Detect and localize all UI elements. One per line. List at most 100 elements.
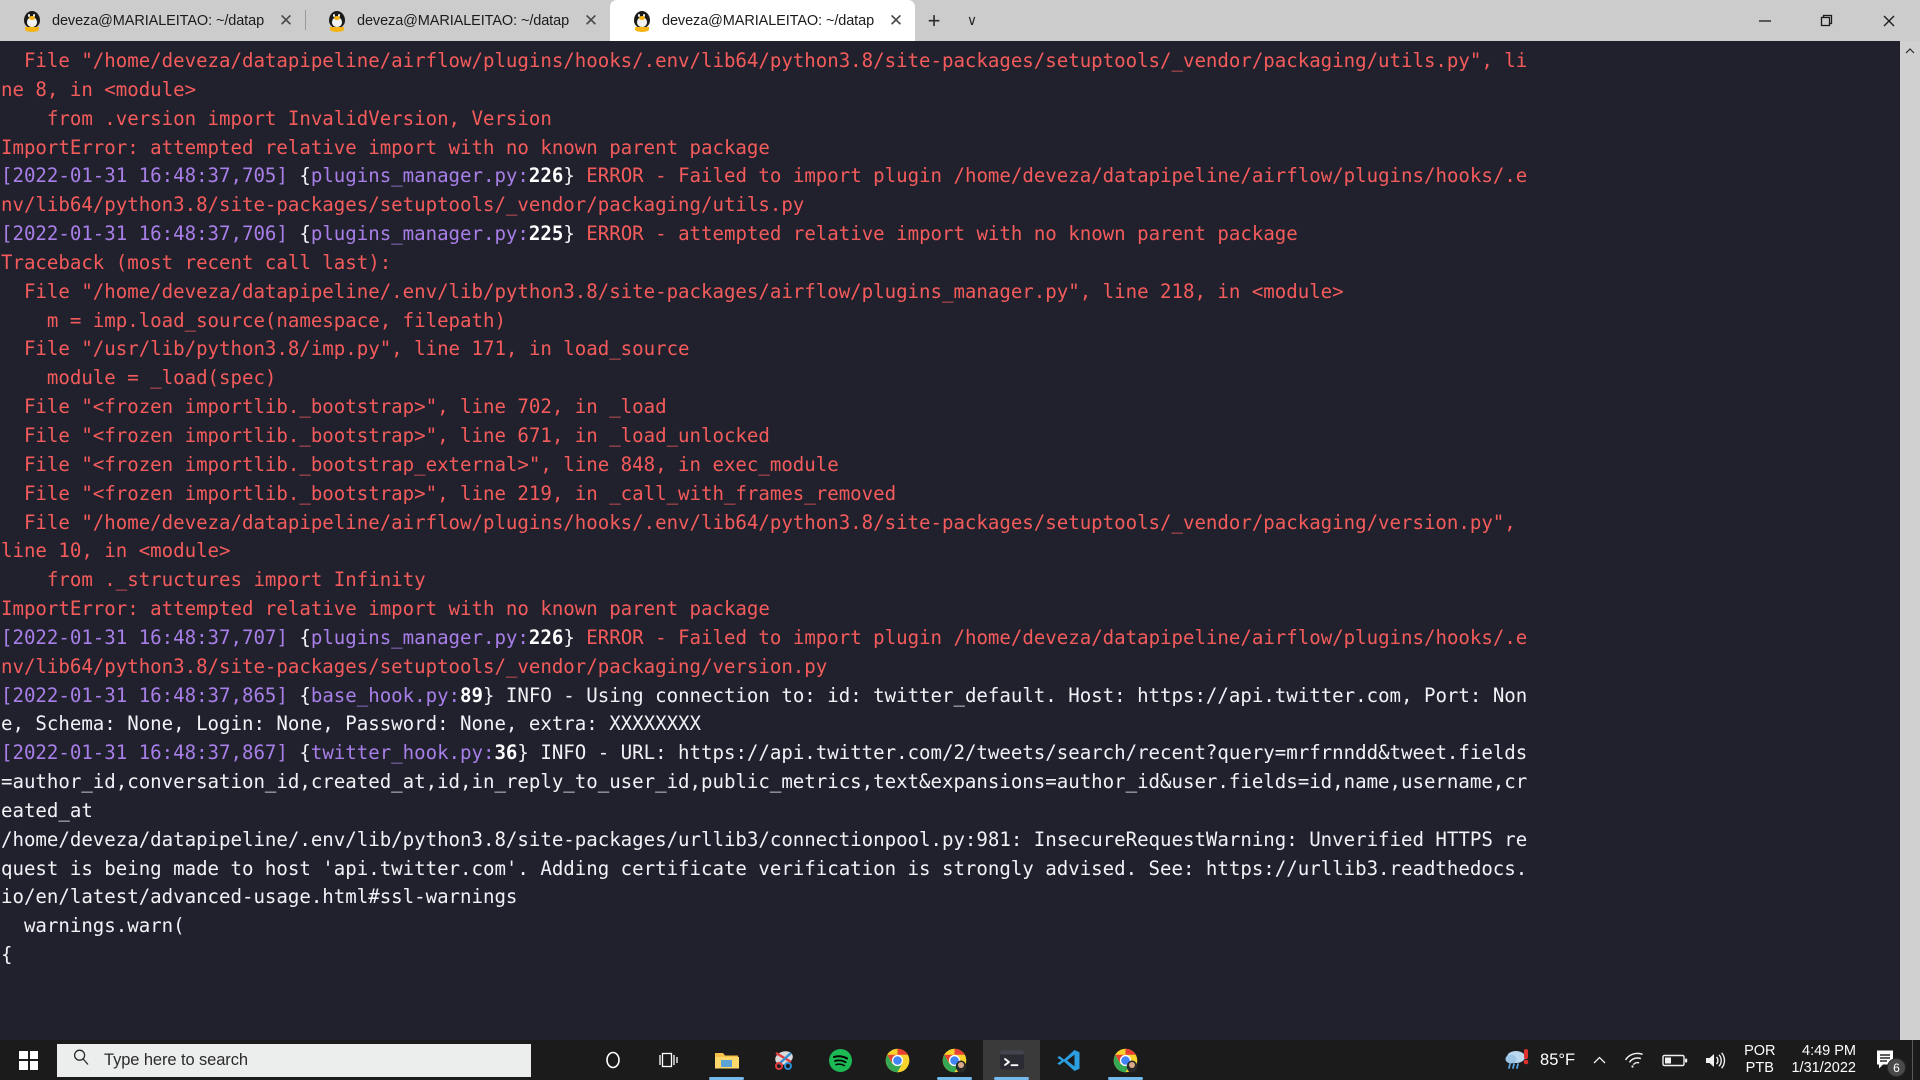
terminal-span: } INFO - Using connection to: id: twitte…	[482, 683, 1528, 707]
terminal-line: File "/usr/lib/python3.8/imp.py", line 1…	[1, 335, 1900, 364]
system-tray: 85°F POR PTB 4:49 PM 1/31/2022 6	[1493, 1040, 1920, 1080]
terminal-line: File "<frozen importlib._bootstrap>", li…	[1, 393, 1900, 422]
terminal-span: [2022-01-31 16:48:37,865]	[1, 683, 288, 707]
terminal-line: from ._structures import Infinity	[1, 566, 1900, 595]
battery-icon[interactable]	[1654, 1040, 1696, 1080]
clock[interactable]: 4:49 PM 1/31/2022	[1785, 1043, 1870, 1077]
terminal-icon[interactable]	[983, 1040, 1040, 1080]
terminal-line: /home/deveza/datapipeline/.env/lib/pytho…	[1, 826, 1900, 855]
terminal-output-pane[interactable]: File "/home/deveza/datapipeline/airflow/…	[0, 41, 1900, 1041]
terminal-tab-3-active[interactable]: deveza@MARIALEITAO: ~/datap ✕	[610, 0, 915, 41]
tab-close-icon[interactable]: ✕	[883, 8, 909, 34]
tab-title: deveza@MARIALEITAO: ~/datap	[52, 12, 265, 29]
terminal-span: File "/home/deveza/datapipeline/.env/lib…	[1, 279, 1344, 303]
tab-close-icon[interactable]: ✕	[273, 8, 299, 34]
chrome-profile-2-icon[interactable]	[1097, 1040, 1154, 1080]
language-indicator[interactable]: POR PTB	[1734, 1043, 1785, 1077]
terminal-span: File "/home/deveza/datapipeline/airflow/…	[1, 49, 1528, 72]
terminal-line: [2022-01-31 16:48:37,705] {plugins_manag…	[1, 162, 1900, 191]
terminal-span: ERROR - Failed to import plugin /home/de…	[586, 625, 1528, 649]
tab-title: deveza@MARIALEITAO: ~/datap	[662, 12, 875, 29]
search-icon	[72, 1048, 91, 1072]
chrome-profile-icon[interactable]	[926, 1040, 983, 1080]
terminal-span: nv/lib64/python3.8/site-packages/setupto…	[1, 654, 828, 678]
terminal-span: [2022-01-31 16:48:37,706]	[1, 222, 288, 246]
terminal-span: } INFO - URL: https://api.twitter.com/2/…	[517, 741, 1528, 765]
minimize-icon[interactable]	[1734, 0, 1796, 41]
terminal-span: [2022-01-31 16:48:37,867]	[1, 741, 288, 765]
terminal-line: {	[1, 941, 1900, 970]
terminal-span: }	[563, 222, 587, 246]
terminal-line: [2022-01-31 16:48:37,707] {plugins_manag…	[1, 624, 1900, 653]
terminal-span: [2022-01-31 16:48:37,705]	[1, 164, 288, 188]
show-desktop-button[interactable]	[1912, 1040, 1920, 1080]
terminal-scrollbar[interactable]	[1900, 41, 1920, 1041]
restore-icon[interactable]	[1796, 0, 1858, 41]
new-tab-button[interactable]: +	[915, 0, 953, 41]
terminal-span: {	[1, 943, 13, 967]
terminal-span: line 10, in <module>	[1, 539, 231, 563]
task-view-icon[interactable]	[641, 1040, 698, 1080]
snipping-tool-icon[interactable]	[755, 1040, 812, 1080]
terminal-tab-2[interactable]: deveza@MARIALEITAO: ~/datap ✕	[305, 0, 610, 41]
terminal-line: nv/lib64/python3.8/site-packages/setupto…	[1, 191, 1900, 220]
tab-close-icon[interactable]: ✕	[578, 8, 604, 34]
terminal-span: ERROR - attempted relative import with n…	[586, 222, 1298, 246]
rain-alert-icon	[1505, 1048, 1531, 1073]
terminal-line: io/en/latest/advanced-usage.html#ssl-war…	[1, 883, 1900, 912]
terminal-line: File "<frozen importlib._bootstrap>", li…	[1, 480, 1900, 509]
terminal-span: File "<frozen importlib._bootstrap>", li…	[1, 423, 770, 447]
language-line-2: PTB	[1745, 1060, 1774, 1076]
terminal-line: Traceback (most recent call last):	[1, 249, 1900, 278]
terminal-span: }	[563, 625, 587, 649]
terminal-span: {	[287, 164, 311, 188]
terminal-span: module = _load(spec)	[1, 366, 277, 390]
terminal-line: [2022-01-31 16:48:37,867] {twitter_hook.…	[1, 739, 1900, 768]
terminal-span: base_hook.py:	[310, 683, 461, 707]
weather-widget[interactable]: 85°F	[1493, 1040, 1583, 1080]
terminal-span: plugins_manager.py:	[310, 222, 529, 246]
terminal-line: ImportError: attempted relative import w…	[1, 595, 1900, 624]
tab-dropdown-chevron-down-icon[interactable]: ∨	[953, 0, 991, 41]
terminal-span: twitter_hook.py:	[310, 741, 495, 765]
terminal-tab-1[interactable]: deveza@MARIALEITAO: ~/datap ✕	[0, 0, 305, 41]
terminal-line: =author_id,conversation_id,created_at,id…	[1, 768, 1900, 797]
close-icon[interactable]	[1858, 0, 1920, 41]
terminal-line: warnings.warn(	[1, 912, 1900, 941]
terminal-span: ImportError: attempted relative import w…	[1, 597, 770, 621]
terminal-span: plugins_manager.py:	[310, 164, 529, 188]
terminal-line: [2022-01-31 16:48:37,865] {base_hook.py:…	[1, 682, 1900, 711]
terminal-span: }	[563, 164, 587, 188]
terminal-span: ImportError: attempted relative import w…	[1, 135, 770, 159]
scroll-up-arrow-icon[interactable]	[1900, 41, 1920, 61]
chevron-up-icon[interactable]	[1583, 1040, 1616, 1080]
terminal-span: plugins_manager.py:	[310, 625, 529, 649]
terminal-span: {	[287, 222, 311, 246]
wifi-icon[interactable]	[1616, 1040, 1654, 1080]
terminal-line: e, Schema: None, Login: None, Password: …	[1, 710, 1900, 739]
terminal-span: nv/lib64/python3.8/site-packages/setupto…	[1, 193, 805, 217]
terminal-line: eated_at	[1, 797, 1900, 826]
windows-start-icon[interactable]	[0, 1040, 57, 1080]
terminal-line: File "<frozen importlib._bootstrap>", li…	[1, 422, 1900, 451]
notifications-count-badge: 6	[1887, 1058, 1906, 1077]
search-input[interactable]: Type here to search	[57, 1043, 531, 1077]
terminal-line: [2022-01-31 16:48:37,706] {plugins_manag…	[1, 220, 1900, 249]
language-line-1: POR	[1744, 1043, 1776, 1059]
volume-icon[interactable]	[1696, 1040, 1734, 1080]
file-explorer-icon[interactable]	[698, 1040, 755, 1080]
terminal-line: nv/lib64/python3.8/site-packages/setupto…	[1, 653, 1900, 682]
terminal-span: ERROR - Failed to import plugin /home/de…	[586, 164, 1528, 188]
notifications-icon[interactable]: 6	[1870, 1040, 1912, 1080]
vscode-icon[interactable]	[1040, 1040, 1097, 1080]
spotify-icon[interactable]	[812, 1040, 869, 1080]
terminal-span: 89	[460, 683, 483, 707]
cortana-icon[interactable]	[584, 1040, 641, 1080]
terminal-line: from .version import InvalidVersion, Ver…	[1, 105, 1900, 134]
chrome-icon[interactable]	[869, 1040, 926, 1080]
terminal-text: File "/home/deveza/datapipeline/airflow/…	[0, 47, 1900, 970]
terminal-span: quest is being made to host 'api.twitter…	[1, 856, 1528, 880]
terminal-line: line 10, in <module>	[1, 537, 1900, 566]
terminal-span: from .version import InvalidVersion, Ver…	[1, 106, 552, 130]
terminal-span: =author_id,conversation_id,created_at,id…	[1, 770, 1528, 794]
